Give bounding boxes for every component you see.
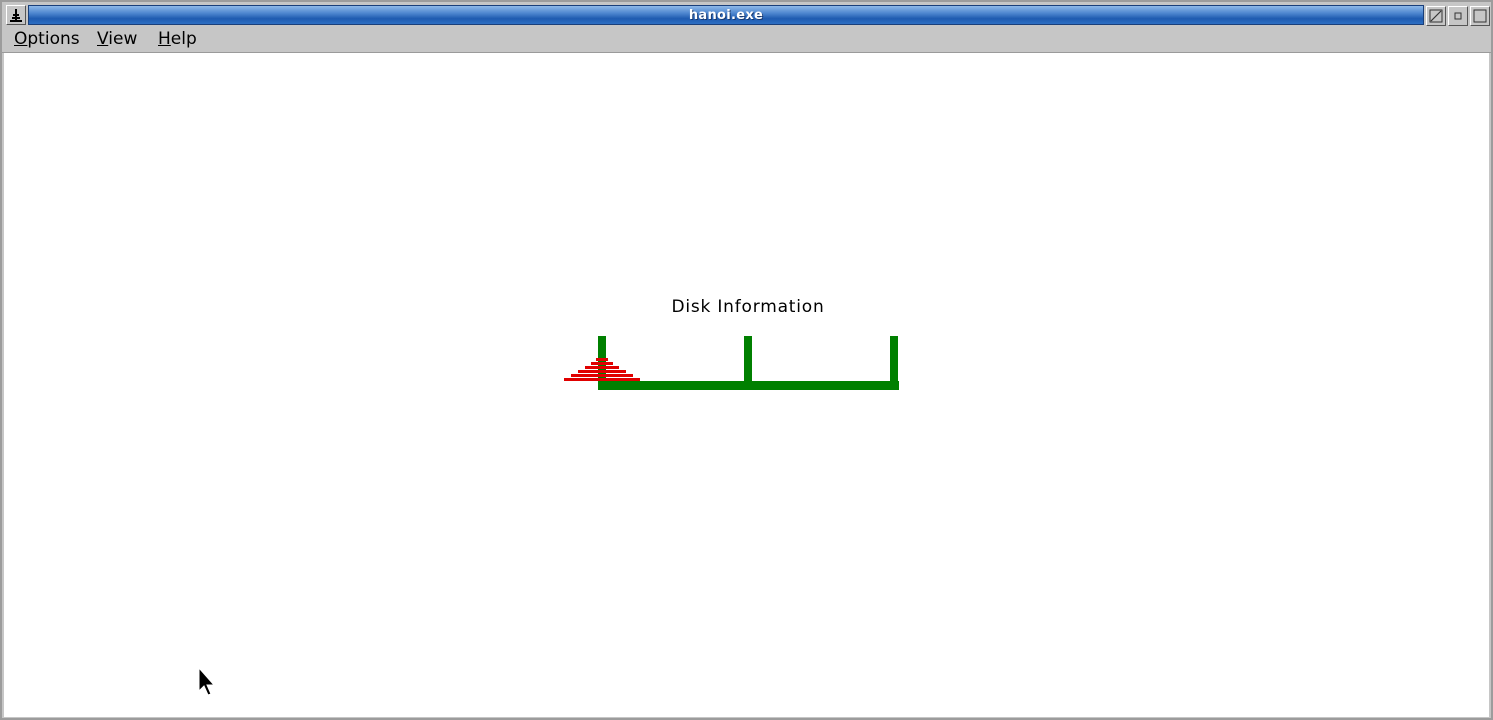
game-canvas[interactable]: Disk Information [4,53,1489,717]
hanoi-board[interactable] [4,53,1489,717]
peg-3[interactable] [890,336,898,383]
menu-options-accel: O [14,29,28,49]
menu-view-label: iew [108,29,138,49]
menu-view-accel: V [97,29,109,49]
arrow-cursor-icon [198,667,216,696]
system-menu-button[interactable] [6,5,26,25]
menu-options-label: ptions [27,29,80,49]
hanoi-window: hanoi.exe Options View Help Disk Informa… [0,0,1493,720]
menu-view[interactable]: View [97,29,137,49]
disk-5[interactable] [571,374,633,377]
maximize-small-icon [1454,12,1462,20]
maximize-icon [1473,9,1487,23]
menu-help-label: elp [170,29,197,49]
disk-4[interactable] [578,370,626,373]
disk-6[interactable] [564,378,640,381]
menu-options[interactable]: Options [14,29,80,49]
title-bar[interactable]: hanoi.exe [2,4,1491,26]
maximize-button[interactable] [1470,6,1490,26]
maximize-small-button[interactable] [1448,6,1468,26]
peg-2[interactable] [744,336,752,383]
iconify-button[interactable] [1426,6,1446,26]
title-bar-fill: hanoi.exe [28,5,1424,25]
disk-2[interactable] [591,362,613,365]
iconify-icon [1429,9,1443,23]
hanoi-tower-icon [10,9,22,22]
window-title: hanoi.exe [688,8,764,23]
disk-3[interactable] [585,366,619,369]
menu-help-accel: H [158,29,171,49]
menu-bar: Options View Help [2,27,1491,53]
menu-help[interactable]: Help [158,29,197,49]
disk-1[interactable] [596,358,608,361]
